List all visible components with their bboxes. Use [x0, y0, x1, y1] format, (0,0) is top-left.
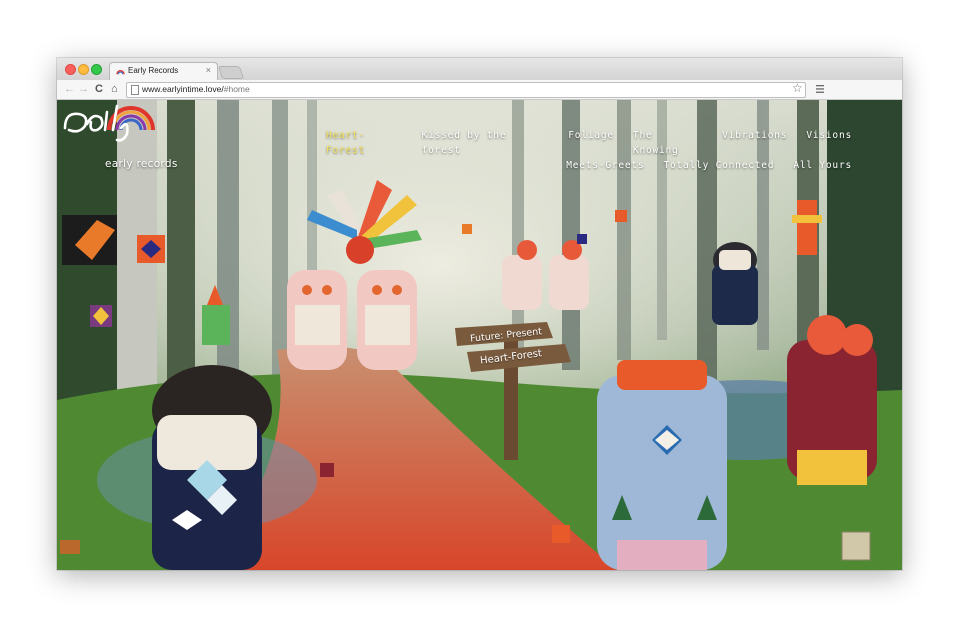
url-text: www.earlyintime.love/#home — [142, 84, 250, 94]
tab-strip: Early Records × — [57, 58, 902, 81]
close-window-button[interactable] — [65, 64, 76, 75]
menu-vibrations[interactable]: Vibrations — [722, 128, 787, 158]
bookmark-star-icon[interactable]: ☆ — [792, 81, 803, 95]
tab-early-records[interactable]: Early Records × — [109, 62, 218, 81]
page-icon — [131, 85, 139, 95]
tab-close-icon[interactable]: × — [206, 65, 211, 75]
browser-window: Early Records × ← → C ⌂ www.earlyintime.… — [57, 58, 902, 570]
forward-arrow-icon[interactable]: → — [78, 82, 89, 96]
zoom-window-button[interactable] — [91, 64, 102, 75]
reload-icon[interactable]: C — [95, 82, 103, 96]
url-path: #home — [223, 84, 250, 94]
home-icon[interactable]: ⌂ — [111, 82, 118, 96]
back-arrow-icon[interactable]: ← — [64, 82, 75, 96]
early-records-logo[interactable] — [57, 100, 167, 150]
menu-row-1: Heart-Forest Kissed by the forest Foliag… — [307, 128, 852, 158]
menu-row-2: Meets-Greets Totally Connected All Yours — [307, 158, 852, 173]
menu-the-knowing[interactable]: The Knowing — [633, 128, 703, 158]
menu-all-yours[interactable]: All Yours — [793, 158, 852, 173]
tab-title: Early Records — [128, 66, 179, 75]
browser-toolbar: ← → C ⌂ www.earlyintime.love/#home ☆ — [57, 80, 902, 100]
new-tab-button[interactable] — [217, 66, 245, 79]
menu-meets-greets[interactable]: Meets-Greets — [566, 158, 644, 173]
menu-foliage[interactable]: Foliage — [568, 128, 614, 158]
logo-tagline: early records — [105, 158, 178, 170]
address-bar[interactable]: www.earlyintime.love/#home — [126, 82, 806, 98]
menu-kissed-by-the-forest[interactable]: Kissed by the forest — [422, 128, 550, 158]
main-menu: Heart-Forest Kissed by the forest Foliag… — [307, 128, 852, 173]
minimize-window-button[interactable] — [78, 64, 89, 75]
hamburger-menu-icon[interactable] — [815, 83, 825, 95]
page-viewport: early records Heart-Forest Kissed by the… — [57, 100, 902, 570]
menu-heart-forest[interactable]: Heart-Forest — [326, 128, 403, 158]
rainbow-favicon-icon — [116, 69, 125, 75]
menu-totally-connected[interactable]: Totally Connected — [663, 158, 774, 173]
url-host: www.earlyintime.love/ — [142, 84, 224, 94]
menu-visions[interactable]: Visions — [806, 128, 852, 158]
